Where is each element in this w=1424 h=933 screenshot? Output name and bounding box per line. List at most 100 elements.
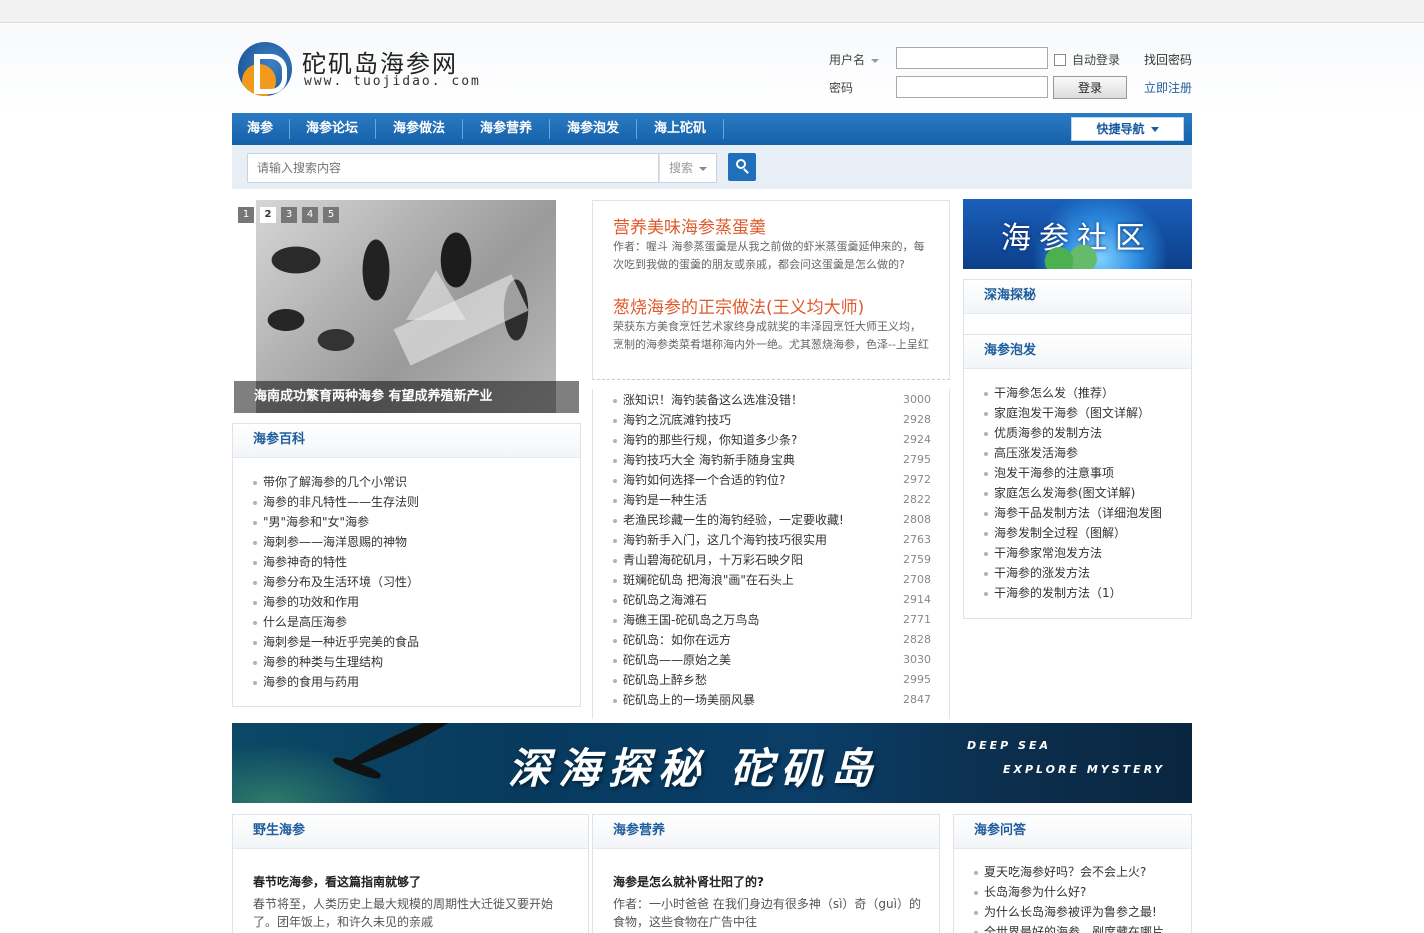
paofa-title[interactable]: 海参泡发 — [964, 335, 1191, 369]
list-item-label: 海刺参——海洋恩赐的神物 — [263, 535, 408, 549]
username-label[interactable]: 用户名 — [829, 51, 880, 68]
slideshow[interactable]: 1 2 3 4 5 海南成功繁育两种海参 有望成养殖新产业 — [232, 200, 580, 413]
search-button[interactable] — [728, 153, 756, 181]
forgot-password-link[interactable]: 找回密码 — [1144, 51, 1192, 68]
list-item[interactable]: 海参的食用与药用 — [253, 672, 359, 692]
list-item[interactable]: 家庭泡发干海参（图文详解） — [984, 403, 1150, 423]
login-button[interactable]: 登录 — [1053, 76, 1127, 99]
list-item[interactable]: 夏天吃海参好吗？会不会上火? — [974, 862, 1146, 882]
slide-dot[interactable]: 3 — [281, 207, 297, 223]
nav-item-recipes[interactable]: 海参做法 — [393, 113, 445, 145]
list-item[interactable]: 高压涨发活海参 — [984, 443, 1078, 463]
quick-nav-button[interactable]: 快捷导航 — [1071, 117, 1184, 141]
list-item[interactable]: 海参的非凡特性——生存法则 — [253, 492, 419, 512]
list-item[interactable]: 家庭怎么发海参(图文详解) — [984, 483, 1135, 503]
list-item-label: 家庭泡发干海参（图文详解） — [994, 406, 1151, 420]
bullet-icon — [984, 511, 988, 516]
nav-item-soaking[interactable]: 海参泡发 — [567, 113, 619, 145]
tanmi-title[interactable]: 深海探秘 — [964, 280, 1191, 314]
nav-item-nutrition[interactable]: 海参营养 — [480, 113, 532, 145]
list-item[interactable]: 海参发制全过程（图解） — [984, 523, 1126, 543]
site-logo[interactable]: 砣矶岛海参网 www. tuojidao. com — [238, 42, 498, 97]
list-item[interactable]: 海钓之沉底滩钓技巧 2928 — [613, 410, 931, 430]
deep-sea-banner[interactable]: 深海探秘 砣矶岛 DEEP SEA EXPLORE MYSTERY — [232, 723, 1192, 803]
list-item[interactable]: 什么是高压海参 — [253, 612, 347, 632]
list-item[interactable]: 干海参怎么发（推荐） — [984, 383, 1114, 403]
list-item[interactable]: 干海参家常泡发方法 — [984, 543, 1102, 563]
list-item[interactable]: 海刺参——海洋恩赐的神物 — [253, 532, 407, 552]
baike-title[interactable]: 海参百科 — [233, 424, 580, 458]
list-item-label: 为什么长岛海参被评为鲁参之最! — [984, 905, 1157, 919]
featured-articles: 营养美味海参蒸蛋羹 作者：喔斗 海参蒸蛋羹是从我之前做的虾米蒸蛋羹延伸来的，每次… — [592, 200, 950, 380]
bullet-icon — [613, 558, 617, 563]
wild-title[interactable]: 野生海参 — [233, 815, 588, 849]
bullet-icon — [253, 680, 257, 685]
slide-dot-active[interactable]: 2 — [260, 207, 276, 223]
list-item[interactable]: 老渔民珍藏一生的海钓经验，一定要收藏! 2808 — [613, 510, 931, 530]
slide-dot[interactable]: 1 — [238, 207, 254, 223]
list-item[interactable]: 海钓是一种生活 2822 — [613, 490, 931, 510]
slide-dot[interactable]: 4 — [302, 207, 318, 223]
password-input[interactable] — [896, 76, 1048, 98]
qa-title[interactable]: 海参问答 — [954, 815, 1191, 849]
list-item[interactable]: 海钓技巧大全 海钓新手随身宝典 2795 — [613, 450, 931, 470]
article-title[interactable]: 海参是怎么就补肾壮阳了的? — [613, 873, 764, 890]
list-item[interactable]: 海钓新手入门，这几个海钓技巧很实用 2763 — [613, 530, 931, 550]
community-banner[interactable]: 海参社区 — [963, 199, 1192, 269]
register-link[interactable]: 立即注册 — [1144, 79, 1192, 96]
slideshow-caption[interactable]: 海南成功繁育两种海参 有望成养殖新产业 — [234, 381, 579, 413]
nav-item-tuoji[interactable]: 海上砣矶 — [654, 113, 706, 145]
list-item-label: 涨知识！海钓装备这么选准没错！ — [623, 393, 804, 407]
slide-dot[interactable]: 5 — [323, 207, 339, 223]
view-count: 2914 — [903, 593, 931, 606]
list-item[interactable]: 砣矶岛上的一场美丽风暴 2847 — [613, 690, 931, 710]
list-item[interactable]: 为什么长岛海参被评为鲁参之最! — [974, 902, 1157, 922]
list-item[interactable]: 青山碧海砣矶月，十万彩石映夕阳 2759 — [613, 550, 931, 570]
list-item[interactable]: "男"海参和"女"海参 — [253, 512, 369, 532]
list-item[interactable]: 海钓如何选择一个合适的钓位? 2972 — [613, 470, 931, 490]
list-item[interactable]: 海参干品发制方法（详细泡发图 — [984, 503, 1162, 523]
nav-item-forum[interactable]: 海参论坛 — [306, 113, 358, 145]
list-item-label: 斑斓砣矶岛 把海浪"画"在石头上 — [623, 573, 794, 587]
nav-divider — [462, 119, 463, 139]
list-item[interactable]: 海参的种类与生理结构 — [253, 652, 383, 672]
list-item[interactable]: 海参神奇的特性 — [253, 552, 347, 572]
bullet-icon — [253, 660, 257, 665]
list-item[interactable]: 海刺参是一种近乎完美的食品 — [253, 632, 419, 652]
nutrition-title[interactable]: 海参营养 — [593, 815, 939, 849]
remember-checkbox[interactable] — [1054, 54, 1066, 66]
article-title[interactable]: 春节吃海参，看这篇指南就够了 — [253, 873, 421, 890]
header-background — [0, 24, 1424, 114]
list-item[interactable]: 海钓的那些行规，你知道多少条? 2924 — [613, 430, 931, 450]
list-item[interactable]: 砣矶岛上醉乡愁 2995 — [613, 670, 931, 690]
list-item[interactable]: 海参分布及生活环境（习性） — [253, 572, 419, 592]
list-item[interactable]: 全世界最好的海参，剐席藏在哪片 — [974, 922, 1164, 933]
list-item[interactable]: 海参的功效和作用 — [253, 592, 359, 612]
plant-icon — [1041, 243, 1101, 269]
list-item[interactable]: 涨知识！海钓装备这么选准没错！ 3000 — [613, 390, 931, 410]
featured-title[interactable]: 葱烧海参的正宗做法(王义均大师) — [613, 293, 864, 318]
nav-divider — [375, 119, 376, 139]
view-count: 2763 — [903, 533, 931, 546]
list-item[interactable]: 长岛海参为什么好? — [974, 882, 1086, 902]
list-item[interactable]: 砣矶岛之海滩石 2914 — [613, 590, 931, 610]
featured-title[interactable]: 营养美味海参蒸蛋羹 — [613, 213, 766, 238]
bullet-icon — [613, 578, 617, 583]
list-item[interactable]: 干海参的发制方法（1） — [984, 583, 1122, 603]
list-item[interactable]: 斑斓砣矶岛 把海浪"画"在石头上 2708 — [613, 570, 931, 590]
nav-item-haishen[interactable]: 海参 — [247, 113, 273, 145]
list-item[interactable]: 砣矶岛：如你在远方 2828 — [613, 630, 931, 650]
list-item[interactable]: 海礁王国-砣矶岛之万鸟岛 2771 — [613, 610, 931, 630]
list-item[interactable]: 干海参的涨发方法 — [984, 563, 1090, 583]
search-input[interactable] — [247, 153, 659, 183]
list-item[interactable]: 泡发干海参的注意事项 — [984, 463, 1114, 483]
username-input[interactable] — [896, 47, 1048, 69]
list-item[interactable]: 砣矶岛——原始之美 3030 — [613, 650, 931, 670]
list-item[interactable]: 优质海参的发制方法 — [984, 423, 1102, 443]
search-type-select[interactable]: 搜索 — [659, 153, 717, 183]
bullet-icon — [613, 598, 617, 603]
list-item-label: 干海参怎么发（推荐） — [994, 386, 1115, 400]
nav-divider — [636, 119, 637, 139]
quick-nav-label: 快捷导航 — [1096, 122, 1145, 136]
list-item[interactable]: 带你了解海参的几个小常识 — [253, 472, 407, 492]
